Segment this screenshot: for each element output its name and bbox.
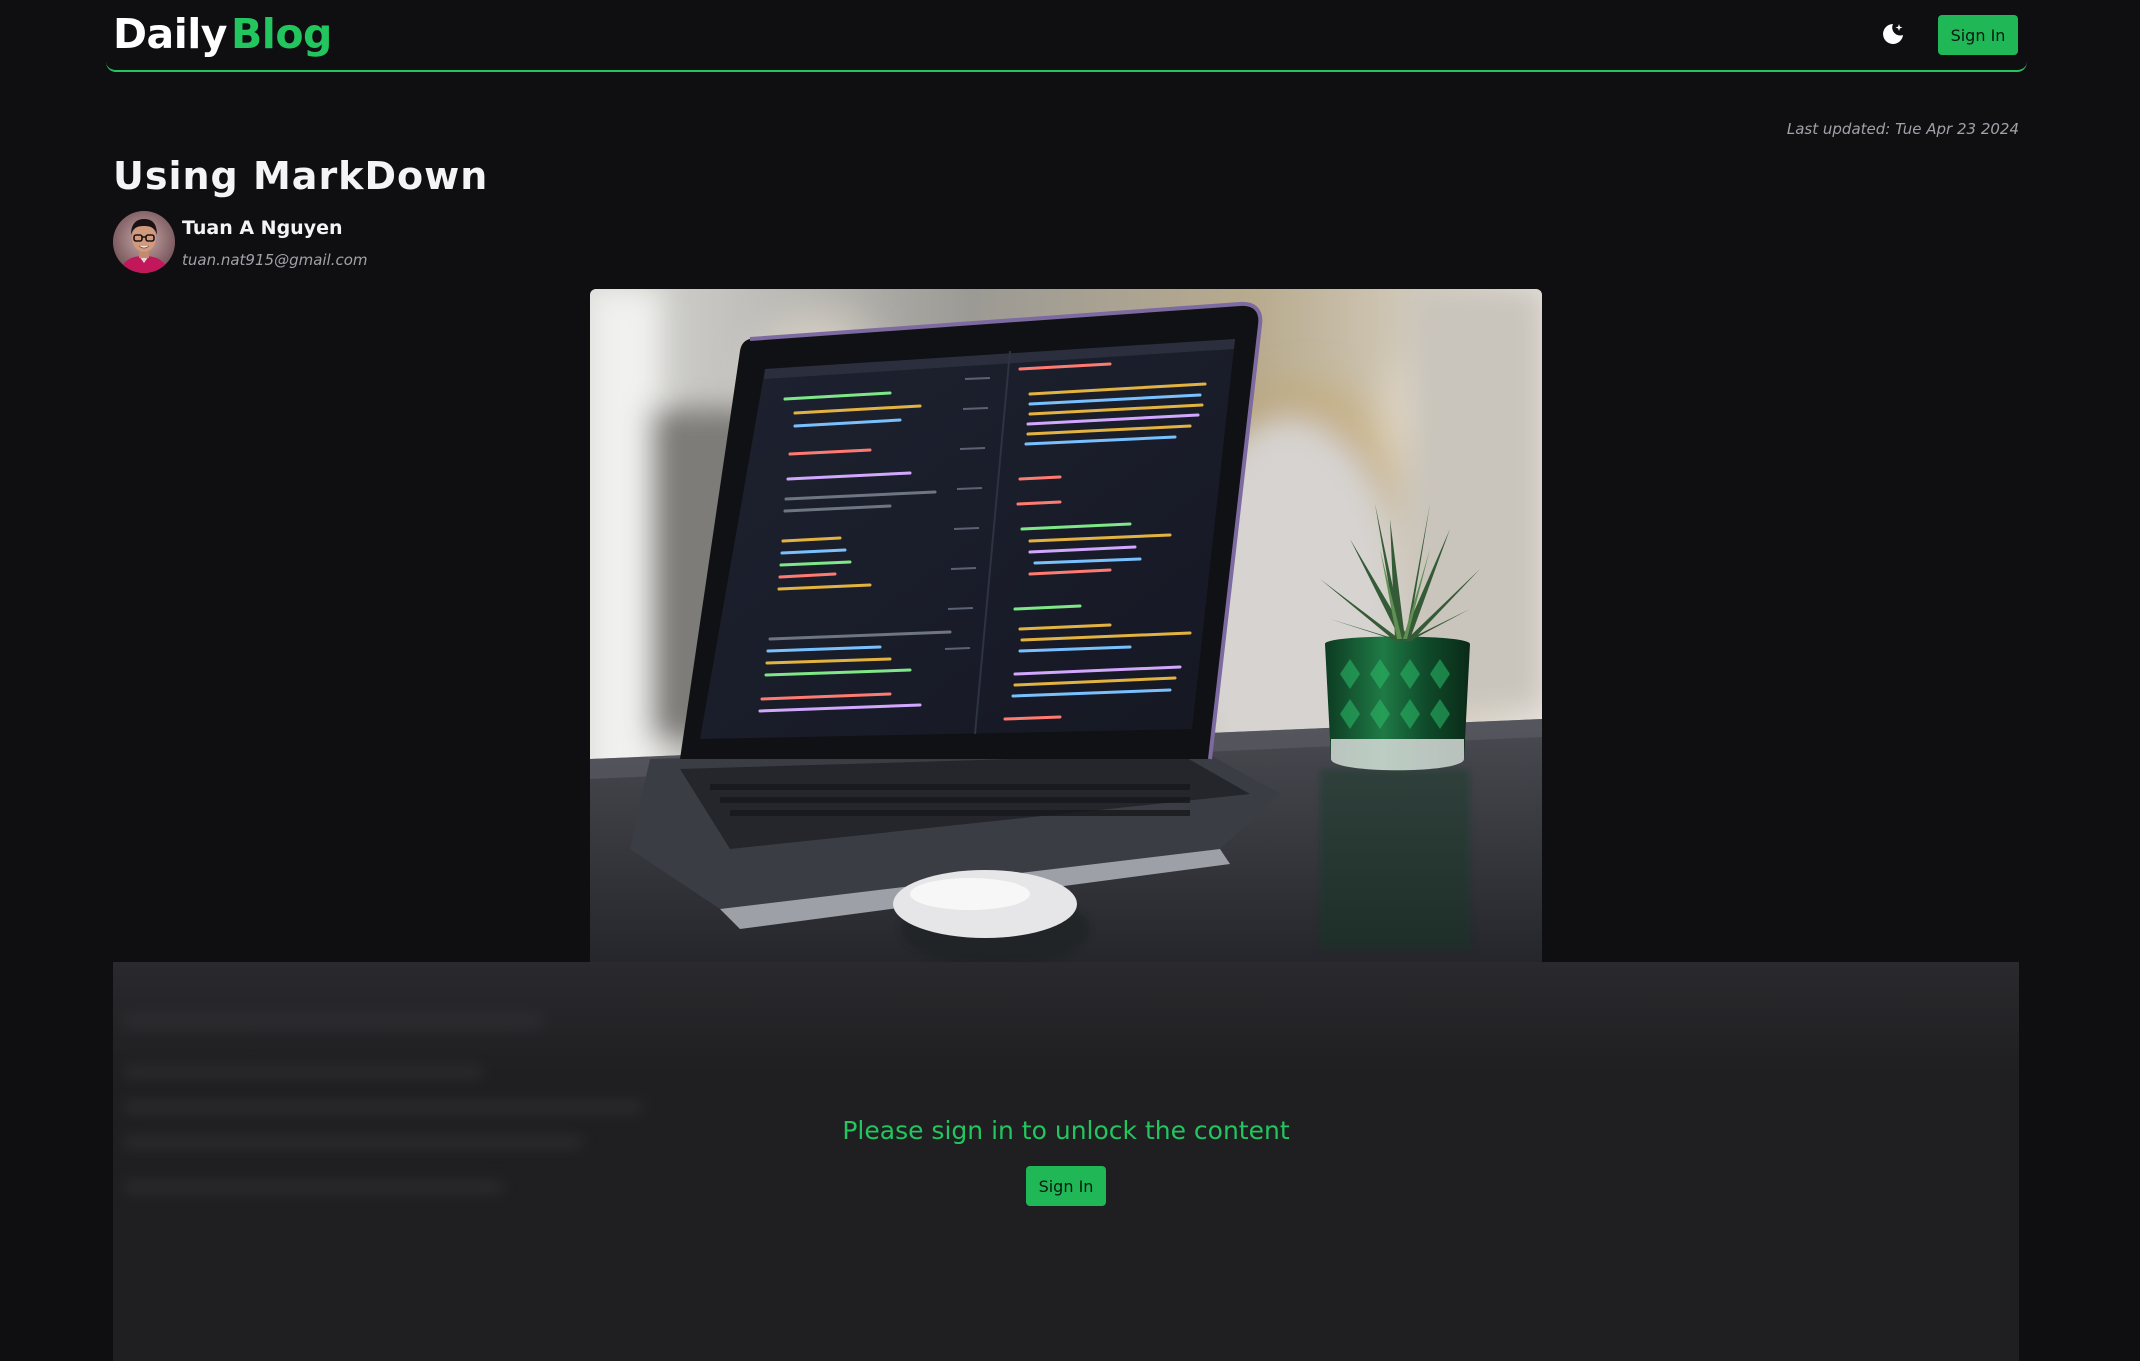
overlay-fade [113, 962, 2019, 1072]
author-email: tuan.nat915@gmail.com [182, 251, 368, 269]
top-navbar: DailyBlog Sign In [106, 0, 2027, 72]
theme-toggle-button[interactable] [1876, 17, 1910, 51]
header-sign-in-button[interactable]: Sign In [1938, 15, 2018, 55]
site-logo[interactable]: DailyBlog [113, 8, 332, 60]
moon-stars-icon [1883, 24, 1903, 44]
post-title: Using MarkDown [113, 154, 489, 198]
last-updated-date: Last updated: Tue Apr 23 2024 [1786, 120, 2019, 138]
locked-content-overlay: Please sign in to unlock the content Sig… [113, 962, 2019, 1361]
logo-text-daily: Daily [113, 10, 228, 58]
logo-text-blog: Blog [231, 10, 332, 58]
author-name: Tuan A Nguyen [182, 217, 343, 239]
unlock-message: Please sign in to unlock the content [842, 1116, 1290, 1145]
post-cover-image [590, 289, 1542, 963]
author-avatar [113, 211, 175, 273]
unlock-sign-in-button[interactable]: Sign In [1026, 1166, 1106, 1206]
